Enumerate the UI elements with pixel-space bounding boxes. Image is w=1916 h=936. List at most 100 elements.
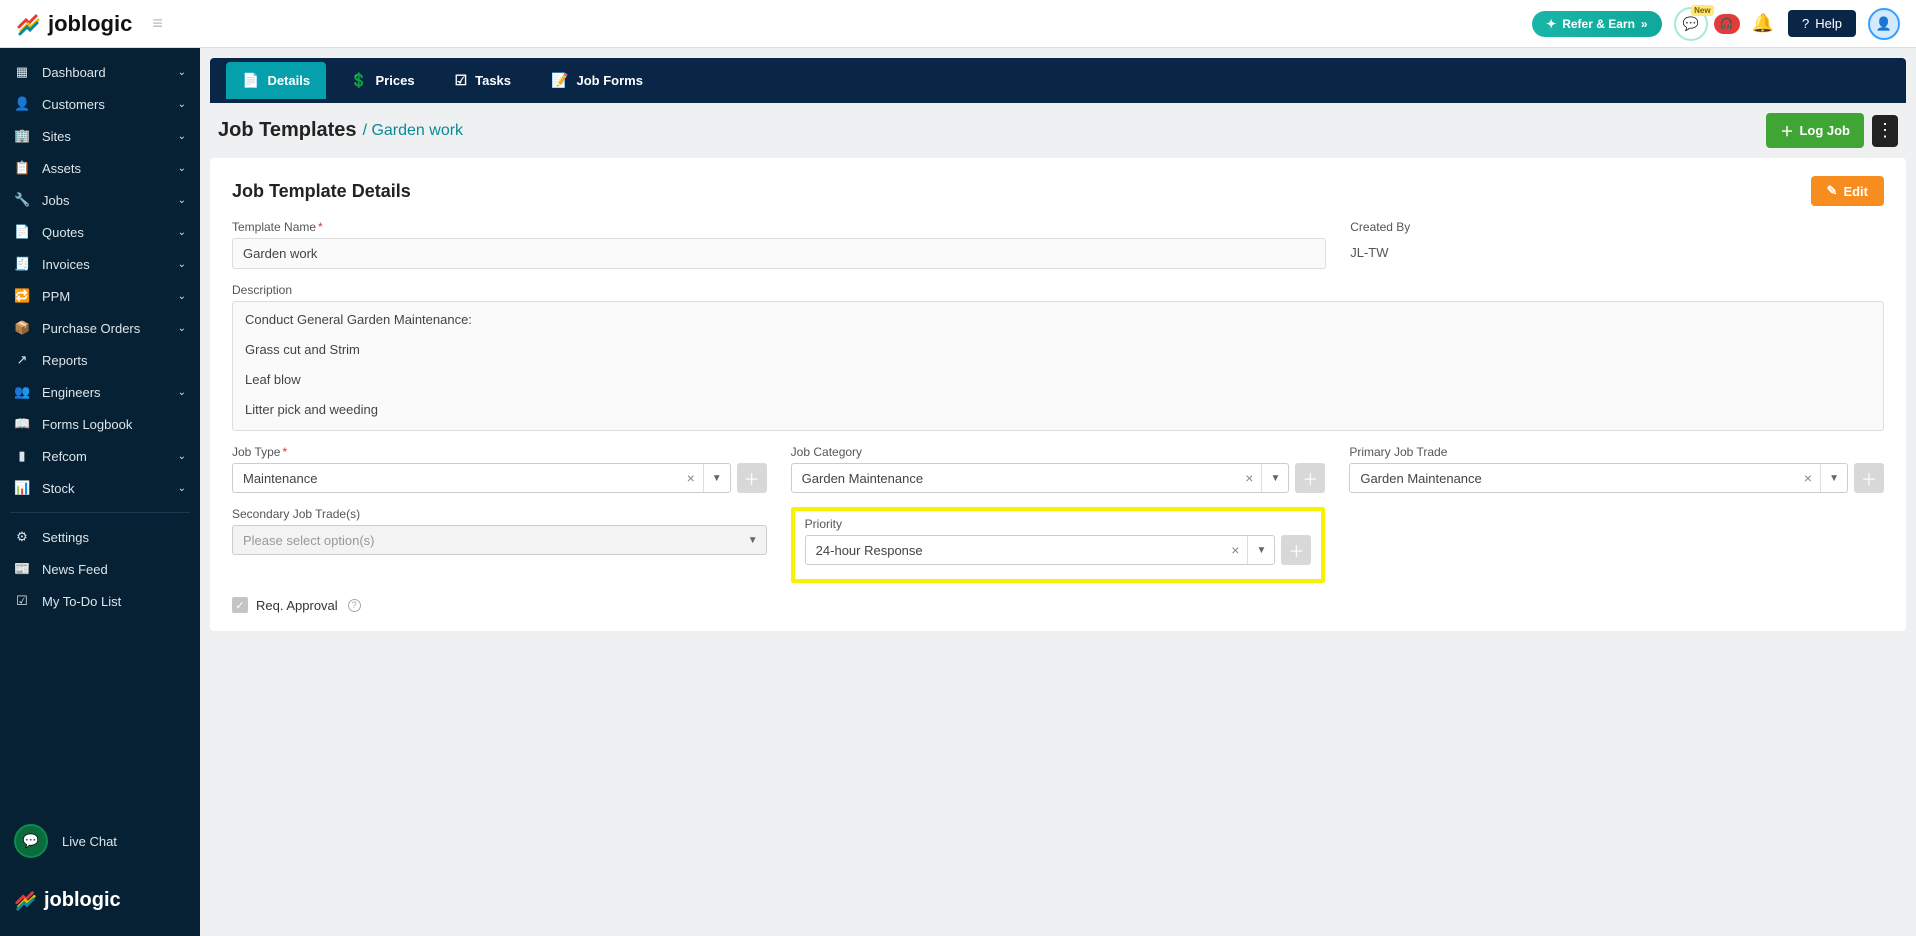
chevron-down-icon: ⌄ [178, 163, 186, 174]
sidebar-item-reports[interactable]: ↗Reports [0, 344, 200, 376]
job-category-label: Job Category [791, 445, 1326, 459]
user-avatar[interactable]: 👤 [1868, 8, 1900, 40]
sidebar-item-settings[interactable]: ⚙Settings [0, 521, 200, 553]
chevron-right-icon: » [1641, 17, 1648, 31]
chevron-down-icon: ⌄ [178, 259, 186, 270]
card-title: Job Template Details [232, 181, 411, 202]
edit-button[interactable]: ✎ Edit [1811, 176, 1884, 206]
brand-logo[interactable]: joblogic [16, 11, 132, 37]
created-by-label: Created By [1350, 220, 1884, 234]
nav-icon: ▮ [14, 448, 30, 464]
chat-icon: 💬 [1683, 16, 1699, 32]
main-content: 📄Details💲Prices☑Tasks📝Job Forms Job Temp… [200, 48, 1916, 936]
sidebar-footer-logo: joblogic [0, 870, 200, 936]
details-card: Job Template Details ✎ Edit Template Nam… [210, 158, 1906, 631]
tab-details[interactable]: 📄Details [226, 62, 326, 99]
tab-tasks[interactable]: ☑Tasks [439, 58, 527, 103]
breadcrumb-root[interactable]: Job Templates [218, 119, 357, 142]
sidebar-item-news-feed[interactable]: 📰News Feed [0, 553, 200, 585]
nav-icon: ▦ [14, 64, 30, 80]
refer-earn-button[interactable]: ✦ Refer & Earn » [1532, 11, 1661, 37]
priority-label: Priority [805, 517, 1312, 531]
top-bar: joblogic ≡ ✦ Refer & Earn » 💬 New 🎧 🔔 ? … [0, 0, 1916, 48]
plus-icon: ＋ [1780, 121, 1793, 140]
priority-select[interactable]: 24-hour Response × ▼ [805, 535, 1276, 565]
brand-name: joblogic [48, 11, 132, 37]
sidebar-item-assets[interactable]: 📋Assets⌄ [0, 152, 200, 184]
notifications-icon[interactable]: 🔔 [1752, 13, 1774, 34]
secondary-trade-label: Secondary Job Trade(s) [232, 507, 767, 521]
nav-icon: 👥 [14, 384, 30, 400]
created-by-value: JL-TW [1350, 238, 1884, 260]
new-badge: New [1691, 5, 1713, 16]
req-approval-checkbox[interactable] [232, 597, 248, 613]
add-primary-trade-button[interactable]: ＋ [1854, 463, 1884, 493]
nav-icon: 🏢 [14, 128, 30, 144]
tabs-bar: 📄Details💲Prices☑Tasks📝Job Forms [210, 58, 1906, 103]
help-button[interactable]: ? Help [1788, 10, 1856, 37]
req-approval-label: Req. Approval [256, 598, 338, 613]
sidebar-item-forms-logbook[interactable]: 📖Forms Logbook [0, 408, 200, 440]
sidebar-item-dashboard[interactable]: ▦Dashboard⌄ [0, 56, 200, 88]
add-job-type-button[interactable]: ＋ [737, 463, 767, 493]
description-field: Conduct General Garden Maintenance: Gras… [232, 301, 1884, 431]
caret-down-icon[interactable]: ▼ [1262, 473, 1288, 484]
caret-down-icon[interactable]: ▼ [1821, 473, 1847, 484]
tab-job-forms[interactable]: 📝Job Forms [535, 58, 659, 103]
menu-toggle-icon[interactable]: ≡ [152, 13, 163, 34]
tab-icon: 📝 [551, 72, 568, 89]
sidebar: ▦Dashboard⌄👤Customers⌄🏢Sites⌄📋Assets⌄🔧Jo… [0, 48, 200, 936]
template-name-label: Template Name* [232, 220, 1326, 234]
sidebar-item-sites[interactable]: 🏢Sites⌄ [0, 120, 200, 152]
pencil-icon: ✎ [1827, 183, 1838, 199]
job-type-label: Job Type* [232, 445, 767, 459]
nav-icon: 📰 [14, 561, 30, 577]
headset-icon: 🎧 [1720, 17, 1734, 30]
primary-trade-select[interactable]: Garden Maintenance × ▼ [1349, 463, 1848, 493]
person-icon: 👤 [1876, 16, 1892, 32]
job-category-select[interactable]: Garden Maintenance × ▼ [791, 463, 1290, 493]
sidebar-item-refcom[interactable]: ▮Refcom⌄ [0, 440, 200, 472]
info-icon[interactable]: ? [348, 599, 361, 612]
caret-down-icon[interactable]: ▼ [704, 473, 730, 484]
sidebar-item-ppm[interactable]: 🔁PPM⌄ [0, 280, 200, 312]
caret-down-icon[interactable]: ▼ [1248, 545, 1274, 556]
breadcrumb-current: / Garden work [363, 122, 463, 140]
more-actions-button[interactable]: ⋮ [1872, 115, 1898, 147]
sidebar-item-jobs[interactable]: 🔧Jobs⌄ [0, 184, 200, 216]
breadcrumb-row: Job Templates / Garden work ＋ Log Job ⋮ [200, 103, 1916, 158]
nav-icon: 🧾 [14, 256, 30, 272]
sidebar-item-my-to-do-list[interactable]: ☑My To-Do List [0, 585, 200, 617]
sidebar-item-engineers[interactable]: 👥Engineers⌄ [0, 376, 200, 408]
sidebar-item-stock[interactable]: 📊Stock⌄ [0, 472, 200, 504]
add-priority-button[interactable]: ＋ [1281, 535, 1311, 565]
nav-icon: 👤 [14, 96, 30, 112]
logo-mark-icon [16, 11, 42, 37]
tab-prices[interactable]: 💲Prices [334, 58, 430, 103]
nav-icon: ↗ [14, 352, 30, 368]
caret-down-icon[interactable]: ▼ [740, 535, 766, 546]
clear-icon[interactable]: × [1223, 536, 1248, 564]
nav-icon: 📄 [14, 224, 30, 240]
clear-icon[interactable]: × [1796, 464, 1821, 492]
chevron-down-icon: ⌄ [178, 451, 186, 462]
chevron-down-icon: ⌄ [178, 195, 186, 206]
sidebar-item-customers[interactable]: 👤Customers⌄ [0, 88, 200, 120]
clear-icon[interactable]: × [1237, 464, 1262, 492]
chat-bubble-button[interactable]: 💬 New [1674, 7, 1708, 41]
sidebar-item-quotes[interactable]: 📄Quotes⌄ [0, 216, 200, 248]
clear-icon[interactable]: × [679, 464, 704, 492]
template-name-field: Garden work [232, 238, 1326, 269]
secondary-trade-select[interactable]: Please select option(s) ▼ [232, 525, 767, 555]
job-type-select[interactable]: Maintenance × ▼ [232, 463, 731, 493]
question-icon: ? [1802, 16, 1809, 31]
sidebar-item-purchase-orders[interactable]: 📦Purchase Orders⌄ [0, 312, 200, 344]
log-job-button[interactable]: ＋ Log Job [1766, 113, 1864, 148]
add-job-category-button[interactable]: ＋ [1295, 463, 1325, 493]
support-icon-button[interactable]: 🎧 [1714, 14, 1740, 34]
nav-icon: 📊 [14, 480, 30, 496]
sidebar-item-invoices[interactable]: 🧾Invoices⌄ [0, 248, 200, 280]
tab-icon: ☑ [455, 72, 468, 89]
chat-circle-icon: 💬 [14, 824, 48, 858]
live-chat-button[interactable]: 💬 Live Chat [0, 812, 200, 870]
